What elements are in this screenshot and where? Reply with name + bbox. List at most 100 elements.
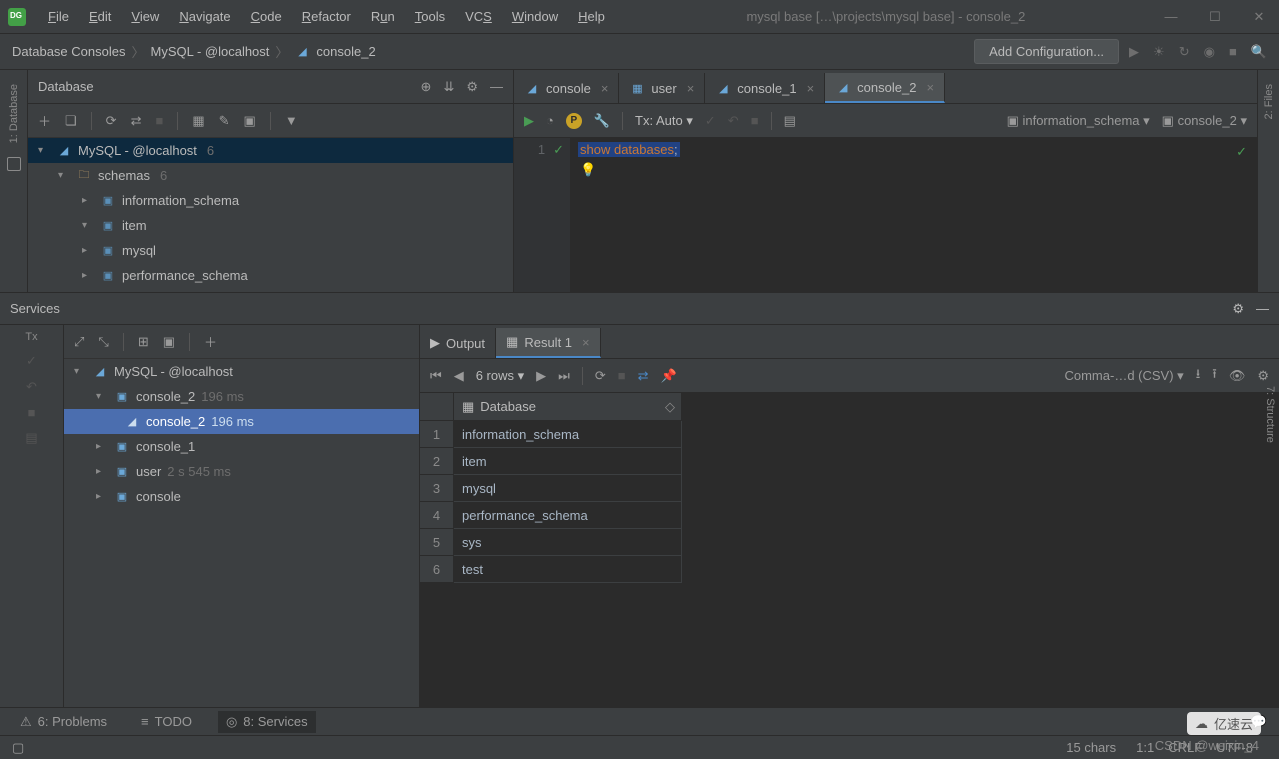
minimize-panel-icon[interactable]: — xyxy=(1256,301,1269,316)
add-icon[interactable]: ＋ xyxy=(204,332,217,351)
pin-icon[interactable]: 📌 xyxy=(661,368,677,384)
layout-icon[interactable]: ▢ xyxy=(12,740,24,756)
profiler-icon[interactable]: ◉ xyxy=(1204,44,1215,60)
stop-icon[interactable]: ■ xyxy=(618,368,626,383)
menu-help[interactable]: Help xyxy=(570,5,613,28)
left-tool-database-tab[interactable]: 1: Database xyxy=(6,76,22,151)
svc-node[interactable]: ▾ ▣ console_2 196 ms xyxy=(64,384,419,409)
tab-console-1[interactable]: ◢console_1× xyxy=(705,73,825,103)
layout-icon[interactable]: ▤ xyxy=(25,430,37,446)
minimize-icon[interactable]: — xyxy=(1159,9,1183,25)
tree-schema[interactable]: ▸ ▣ information_schema xyxy=(28,188,513,213)
upload-icon[interactable]: ⭱ xyxy=(1212,365,1217,387)
breadcrumb-item[interactable]: Database Consoles xyxy=(12,44,125,59)
group-icon[interactable]: ⊞ xyxy=(138,334,149,350)
pending-icon[interactable]: P xyxy=(566,113,582,129)
collapse-icon[interactable]: ⤡ xyxy=(98,334,108,350)
tree-datasource[interactable]: ▾ ◢ MySQL - @localhost 6 xyxy=(28,138,513,163)
console-icon[interactable]: ▣ xyxy=(244,113,256,129)
tree-schema[interactable]: ▸ ▣ performance_schema xyxy=(28,263,513,288)
refresh-icon[interactable]: ⟳ xyxy=(106,113,117,129)
collapse-icon[interactable]: ⇊ xyxy=(443,79,454,95)
result-tab-result1[interactable]: ▦Result 1× xyxy=(496,328,601,358)
rows-count[interactable]: 6 rows ▾ xyxy=(476,368,524,384)
tree-schema[interactable]: ▾ ▣ item xyxy=(28,213,513,238)
cell[interactable]: mysql xyxy=(454,475,682,502)
wrench-icon[interactable]: 🔧 xyxy=(594,113,610,129)
cell[interactable]: test xyxy=(454,556,682,583)
prev-page-icon[interactable]: ◀ xyxy=(454,368,464,384)
breadcrumb-item[interactable]: console_2 xyxy=(316,44,375,59)
cell[interactable]: sys xyxy=(454,529,682,556)
svc-node[interactable]: ▸ ▣ user 2 s 545 ms xyxy=(64,459,419,484)
menu-vcs[interactable]: VCS xyxy=(457,5,500,28)
menu-window[interactable]: Window xyxy=(504,5,566,28)
stop-icon[interactable]: ■ xyxy=(155,113,163,128)
tx-icon[interactable]: Tx xyxy=(25,331,37,343)
target-icon[interactable]: ⊕ xyxy=(421,79,432,95)
compare-icon[interactable]: ⇄ xyxy=(638,368,649,384)
tree-schema[interactable]: ▸ ▣ sys xyxy=(28,288,513,292)
menu-run[interactable]: Run xyxy=(363,5,403,28)
menu-refactor[interactable]: Refactor xyxy=(294,5,359,28)
cell[interactable]: item xyxy=(454,448,682,475)
close-icon[interactable]: × xyxy=(926,80,934,95)
expand-icon[interactable]: ⤢ xyxy=(74,334,84,350)
filter-icon[interactable]: ▼ xyxy=(285,113,298,128)
status-encoding[interactable]: UTF-8 xyxy=(1216,740,1253,755)
svc-datasource[interactable]: ▾ ◢ MySQL - @localhost xyxy=(64,359,419,384)
first-page-icon[interactable]: ⏮ xyxy=(430,368,442,384)
close-icon[interactable]: × xyxy=(601,81,609,96)
add-icon[interactable]: ＋ xyxy=(38,111,51,130)
search-icon[interactable]: 🔍 xyxy=(1251,44,1267,60)
cell[interactable]: performance_schema xyxy=(454,502,682,529)
rollback-icon[interactable]: ↶ xyxy=(26,379,37,395)
stop-icon[interactable]: ■ xyxy=(751,113,759,128)
explain-icon[interactable]: ▤ xyxy=(784,113,796,129)
tree-schema[interactable]: ▸ ▣ mysql xyxy=(28,238,513,263)
execute-icon[interactable]: ▶ xyxy=(524,113,534,129)
status-eol[interactable]: CRLF xyxy=(1168,740,1202,755)
result-tab-output[interactable]: ▶Output xyxy=(420,328,496,358)
sql-editor[interactable]: 1✓ show databases; 💡 ✓ xyxy=(514,138,1257,292)
gear-icon[interactable]: ⚙ xyxy=(466,79,478,95)
filter-icon[interactable]: ▣ xyxy=(163,334,175,350)
breadcrumb-item[interactable]: MySQL - @localhost xyxy=(150,44,269,59)
tab-console-2[interactable]: ◢console_2× xyxy=(825,73,945,103)
tx-mode-selector[interactable]: Tx: Auto ▾ xyxy=(635,113,693,129)
last-page-icon[interactable]: ⏭ xyxy=(558,368,570,384)
minimize-panel-icon[interactable]: — xyxy=(490,79,503,95)
sort-icon[interactable]: ◇ xyxy=(665,399,675,415)
maximize-icon[interactable]: ☐ xyxy=(1203,9,1227,25)
column-header[interactable]: ▦Database◇ xyxy=(454,393,682,421)
sync-icon[interactable]: ⇄ xyxy=(131,113,142,129)
commit-icon[interactable]: ✓ xyxy=(26,353,37,369)
export-format-selector[interactable]: Comma-…d (CSV) ▾ xyxy=(1064,368,1183,384)
problems-tool-button[interactable]: ⚠6: Problems xyxy=(12,711,115,733)
coverage-icon[interactable]: ↻ xyxy=(1179,44,1190,60)
close-icon[interactable]: ✕ xyxy=(1247,9,1271,25)
cell[interactable]: information_schema xyxy=(454,421,682,448)
todo-tool-button[interactable]: ≡TODO xyxy=(133,711,200,732)
event-log-icon[interactable]: 💬 xyxy=(1251,714,1267,730)
download-icon[interactable]: ⭳ xyxy=(1196,365,1201,387)
stop-icon[interactable]: ■ xyxy=(1229,44,1237,59)
services-tool-button[interactable]: ◎8: Services xyxy=(218,711,316,733)
close-icon[interactable]: × xyxy=(687,81,695,96)
table-icon[interactable]: ▦ xyxy=(192,113,204,129)
debug-icon[interactable]: ☀ xyxy=(1153,44,1165,60)
tab-user[interactable]: ▦user× xyxy=(619,73,705,103)
tab-console[interactable]: ◢console× xyxy=(514,73,619,103)
menu-view[interactable]: View xyxy=(123,5,167,28)
commit-icon[interactable]: ✓ xyxy=(705,113,716,129)
refresh-icon[interactable]: ⟳ xyxy=(595,368,606,384)
view-icon[interactable]: 👁 xyxy=(1229,368,1246,384)
menu-navigate[interactable]: Navigate xyxy=(171,5,238,28)
bulb-icon[interactable]: 💡 xyxy=(580,162,596,178)
duplicate-icon[interactable]: ❏ xyxy=(65,113,77,129)
menu-tools[interactable]: Tools xyxy=(407,5,453,28)
history-icon[interactable]: ◔ xyxy=(546,113,554,128)
menu-code[interactable]: Code xyxy=(243,5,290,28)
next-page-icon[interactable]: ▶ xyxy=(536,368,546,384)
gear-icon[interactable]: ⚙ xyxy=(1232,301,1244,317)
